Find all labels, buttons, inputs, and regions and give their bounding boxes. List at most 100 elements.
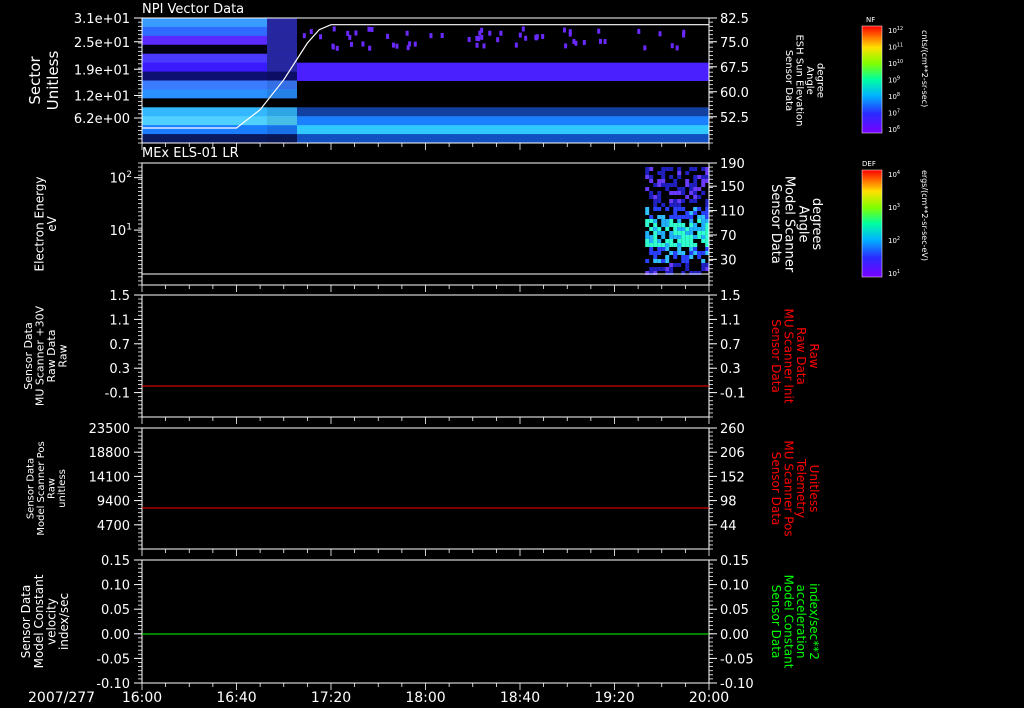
heatmap-speckle bbox=[361, 41, 365, 47]
els-cell bbox=[649, 175, 654, 179]
right-axis-label-line: MU Scanner Pos bbox=[782, 440, 796, 536]
els-cell bbox=[697, 207, 702, 211]
els-cell bbox=[697, 251, 702, 255]
heatmap-speckle bbox=[482, 43, 486, 49]
right-tick-label: 52.5 bbox=[720, 111, 749, 126]
els-cell bbox=[681, 231, 686, 235]
els-cell bbox=[681, 191, 686, 195]
els-cell bbox=[681, 187, 686, 191]
colorbar-nf: NF 1012 1011 1010 109 108 107 106 cnts/(cm**2-… bbox=[861, 16, 929, 134]
left-tick-label: 6.2e+00 bbox=[74, 112, 130, 127]
scanner-pos-right-label: Sensor DataMU Scanner PosTelemetryUnitle… bbox=[769, 440, 821, 536]
heatmap-cell bbox=[142, 98, 267, 108]
heatmap-cell bbox=[267, 125, 297, 135]
right-tick-label: 67.5 bbox=[720, 61, 749, 76]
els-cell bbox=[649, 267, 654, 271]
heatmap-speckle bbox=[488, 30, 492, 36]
els-cell bbox=[661, 179, 666, 183]
heatmap-speckle bbox=[480, 34, 484, 40]
els-cell bbox=[665, 259, 670, 263]
right-axis-label-line: Sensor Data bbox=[783, 50, 794, 111]
left-tick-label: 1.2e+01 bbox=[74, 90, 130, 105]
els-cell bbox=[677, 219, 682, 223]
heatmap-cell bbox=[142, 18, 267, 28]
heatmap-speckle bbox=[429, 33, 433, 39]
heatmap-speckle bbox=[319, 34, 323, 40]
right-tick-label: 150 bbox=[720, 180, 745, 195]
els-cell bbox=[673, 191, 678, 195]
heatmap-speckle bbox=[335, 45, 339, 51]
els-cell bbox=[677, 215, 682, 219]
els-cell bbox=[649, 219, 654, 223]
right-tick-label: 0.15 bbox=[720, 554, 749, 569]
els-cell bbox=[645, 175, 650, 179]
els-cell bbox=[693, 223, 698, 227]
els-cell bbox=[673, 211, 678, 215]
right-tick-label: 70 bbox=[720, 229, 737, 244]
heatmap-speckle bbox=[331, 44, 335, 50]
heatmap-speckle bbox=[354, 30, 358, 36]
els-cell bbox=[689, 231, 694, 235]
heatmap-cell bbox=[267, 89, 297, 99]
els-cell bbox=[693, 227, 698, 231]
npi-left-label: Sector Unitless bbox=[26, 51, 62, 111]
heatmap-cell bbox=[267, 26, 297, 37]
els-cell bbox=[645, 231, 650, 235]
els-cell bbox=[685, 183, 690, 187]
els-cell bbox=[649, 251, 654, 255]
heatmap-cell bbox=[267, 18, 297, 28]
left-axis-label-line: Sector bbox=[26, 56, 44, 105]
colorbar-def-scale bbox=[861, 169, 883, 278]
colorbar-nf-unit: cnts/(cm**2-sr-sec) bbox=[920, 30, 929, 107]
els-cell bbox=[697, 215, 702, 219]
els-cell bbox=[673, 179, 678, 183]
heatmap-speckle bbox=[302, 33, 306, 39]
left-axis-label-line: eV bbox=[45, 215, 59, 231]
els-cell bbox=[685, 179, 690, 183]
els-cell bbox=[681, 251, 686, 255]
right-tick-label: 0.05 bbox=[720, 603, 749, 618]
left-tick-label: 9400 bbox=[97, 495, 130, 510]
heatmap-speckle bbox=[574, 40, 578, 46]
els-cell bbox=[689, 239, 694, 243]
els-cell bbox=[669, 203, 674, 207]
time-tick-label: 20:00 bbox=[689, 690, 729, 706]
els-cell bbox=[661, 183, 666, 187]
els-cell bbox=[685, 263, 690, 267]
heatmap-speckle bbox=[521, 26, 525, 32]
els-cell bbox=[701, 263, 706, 267]
left-axis-label-line: index/sec bbox=[57, 593, 71, 650]
right-tick-label: 44 bbox=[720, 519, 737, 534]
heatmap-cell bbox=[267, 62, 297, 73]
heatmap-speckle bbox=[675, 45, 679, 51]
els-cell bbox=[649, 239, 654, 243]
els-cell bbox=[657, 195, 662, 199]
els-cell bbox=[701, 167, 706, 171]
heatmap-cell bbox=[297, 71, 709, 81]
els-cell bbox=[701, 231, 706, 235]
heatmap-speckle bbox=[658, 31, 662, 37]
heatmap-cell bbox=[142, 35, 267, 46]
els-cell bbox=[701, 211, 706, 215]
els-cell bbox=[669, 219, 674, 223]
els-cell bbox=[669, 267, 674, 271]
els-cell bbox=[689, 235, 694, 239]
right-axis-label-line: Telemetry bbox=[794, 458, 808, 518]
els-cell bbox=[657, 199, 662, 203]
heatmap-speckle bbox=[499, 30, 503, 36]
els-cell bbox=[701, 259, 706, 263]
heatmap-speckle bbox=[309, 29, 313, 35]
els-cell bbox=[669, 235, 674, 239]
els-cell bbox=[697, 235, 702, 239]
els-cell bbox=[673, 251, 678, 255]
els-cell bbox=[677, 227, 682, 231]
els-cell bbox=[661, 175, 666, 179]
left-tick-label: -0.05 bbox=[96, 652, 130, 667]
els-cell bbox=[665, 207, 670, 211]
els-cell bbox=[661, 167, 666, 171]
heatmap-speckle bbox=[643, 45, 647, 51]
colorbar-nf-ticks: 1012 1011 1010 109 108 107 106 bbox=[888, 26, 903, 134]
left-tick-label: 3.1e+01 bbox=[74, 12, 130, 27]
heatmap-speckle bbox=[524, 35, 528, 41]
heatmap-cell bbox=[142, 80, 267, 90]
